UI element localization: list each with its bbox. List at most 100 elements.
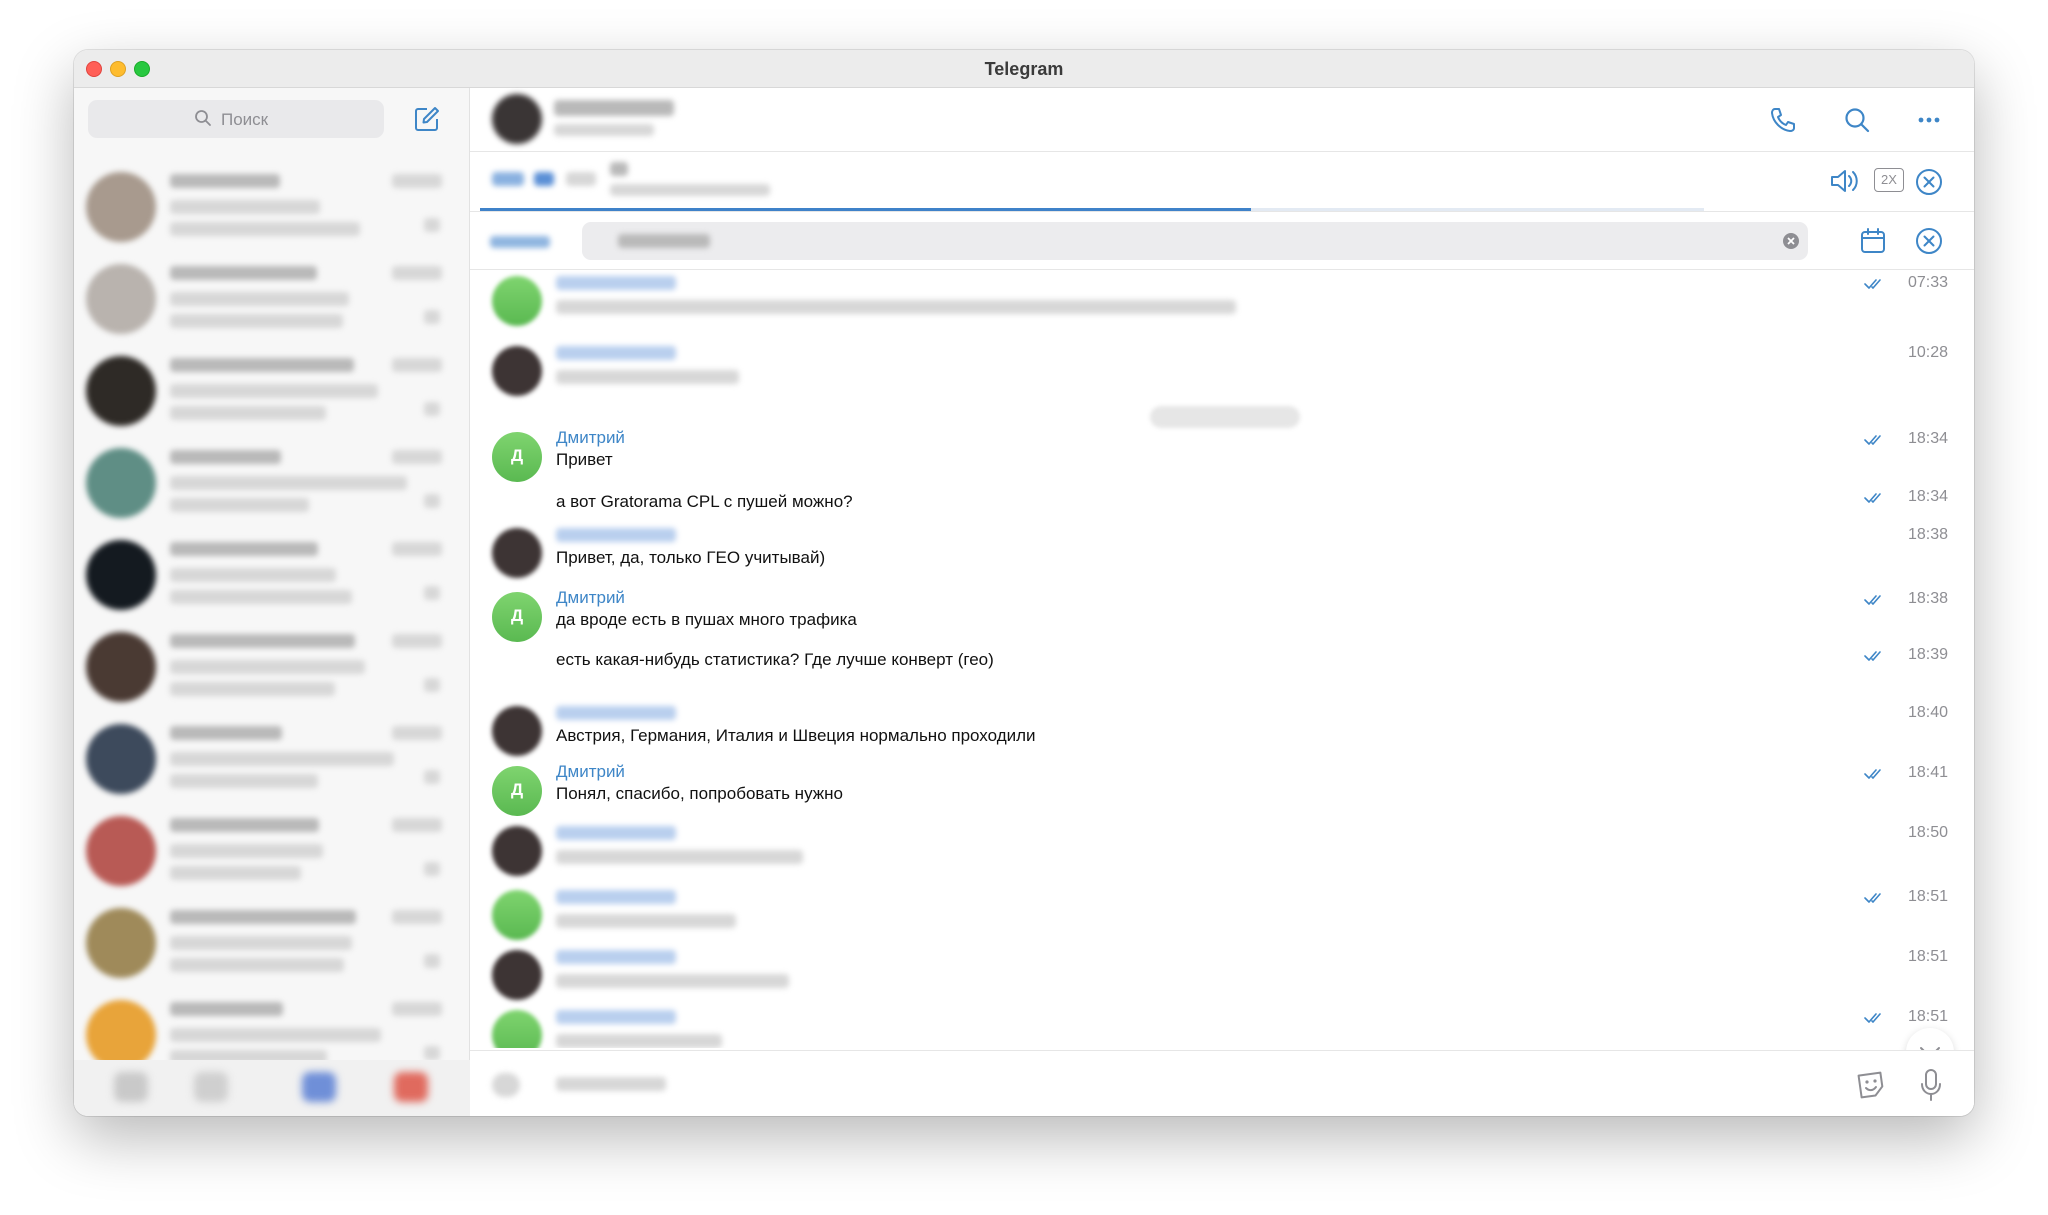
avatar-initial: Д <box>510 606 524 625</box>
message-time: 18:40 <box>1907 704 1948 721</box>
sender-name[interactable]: Дмитрий <box>556 762 625 782</box>
avatar[interactable] <box>492 1010 542 1048</box>
chat-list-item[interactable] <box>74 620 470 712</box>
read-check-icon <box>1864 891 1884 903</box>
avatar[interactable] <box>492 706 542 756</box>
chat-avatar[interactable] <box>492 94 542 144</box>
avatar[interactable] <box>492 890 542 940</box>
message-row[interactable]: Австрия, Германия, Италия и Швеция норма… <box>470 702 1974 762</box>
chat-preview-blurred <box>170 844 323 858</box>
chat-preview-blurred <box>170 774 318 788</box>
message-row[interactable]: Д Дмитрий Привет 18:34 <box>470 428 1974 488</box>
playback-speed-button[interactable]: 2X <box>1874 168 1904 192</box>
chat-header <box>470 88 1974 152</box>
message-time: 18:34 <box>1907 430 1948 447</box>
chat-list-item[interactable] <box>74 436 470 528</box>
message-row[interactable]: Д Дмитрий Понял, спасибо, попробовать нужн… <box>470 762 1974 822</box>
message-text: Привет <box>556 450 613 469</box>
tab-chats[interactable] <box>302 1072 336 1102</box>
avatar[interactable]: Д <box>492 592 542 642</box>
message-input[interactable] <box>556 1077 666 1091</box>
chat-preview-blurred <box>170 200 320 214</box>
tab-calls[interactable] <box>194 1072 228 1102</box>
chat-preview-blurred <box>170 568 336 582</box>
clear-search-icon[interactable] <box>1782 232 1800 250</box>
avatar[interactable] <box>492 826 542 876</box>
message-row[interactable]: 07:33 <box>470 272 1974 332</box>
chat-list-item[interactable] <box>74 160 470 252</box>
avatar[interactable] <box>492 346 542 396</box>
message-row[interactable]: Д Дмитрий да вроде есть в пушах много траф… <box>470 588 1974 648</box>
message-row[interactable]: 18:50 <box>470 822 1974 882</box>
read-check-icon <box>1864 433 1884 445</box>
search-icon[interactable] <box>1842 105 1872 135</box>
chat-list-item[interactable] <box>74 804 470 896</box>
chat-list-item[interactable] <box>74 896 470 988</box>
message-text-blurred <box>556 850 803 864</box>
avatar[interactable]: Д <box>492 432 542 482</box>
message-row[interactable]: Привет, да, только ГЕО учитывай) 18:38 <box>470 524 1974 584</box>
message-text-blurred <box>556 1034 722 1048</box>
close-icon[interactable] <box>1914 226 1944 256</box>
chat-time-blurred <box>392 1002 442 1016</box>
message-time: 07:33 <box>1907 274 1948 291</box>
message-row[interactable]: 18:51 <box>470 1006 1974 1048</box>
playback-progress-fill <box>480 208 1252 211</box>
message-text: Понял, спасибо, попробовать нужно <box>556 784 843 803</box>
avatar[interactable] <box>492 528 542 578</box>
playback-progress[interactable] <box>480 208 1704 211</box>
chat-list-item[interactable] <box>74 344 470 436</box>
message-search-input[interactable] <box>582 222 1808 260</box>
chat-search-input[interactable]: Поиск <box>88 100 384 138</box>
avatar <box>86 632 156 702</box>
message-time: 18:38 <box>1907 526 1948 543</box>
chat-list-item[interactable] <box>74 252 470 344</box>
chat-preview-blurred <box>170 384 378 398</box>
player-list-blurred[interactable] <box>566 172 596 186</box>
close-icon[interactable] <box>1914 167 1944 197</box>
avatar <box>86 356 156 426</box>
message-time: 18:51 <box>1907 948 1948 965</box>
message-row[interactable]: есть какая-нибудь статистика? Где лучше … <box>470 646 1974 706</box>
attach-icon[interactable] <box>492 1073 520 1097</box>
sticker-icon[interactable] <box>1854 1068 1888 1102</box>
chat-list-item[interactable] <box>74 528 470 620</box>
message-time: 18:51 <box>1907 888 1948 905</box>
message-list: 07:33 10:28 Д Дмитрий Привет 18:34 а вот Grato… <box>470 270 1974 1048</box>
message-row[interactable]: 18:51 <box>470 946 1974 1006</box>
chat-preview-blurred <box>424 678 440 692</box>
message-row[interactable]: 10:28 <box>470 342 1974 402</box>
chat-name-blurred <box>170 450 281 464</box>
more-icon[interactable] <box>1914 105 1944 135</box>
chat-list-item[interactable] <box>74 712 470 804</box>
compose-icon[interactable] <box>413 105 441 133</box>
tab-settings[interactable] <box>394 1072 428 1102</box>
player-next-blurred[interactable] <box>534 172 554 186</box>
player-play-blurred[interactable] <box>492 172 524 186</box>
chat-preview-blurred <box>170 498 309 512</box>
tab-contacts[interactable] <box>114 1072 148 1102</box>
sender-name[interactable]: Дмитрий <box>556 428 625 448</box>
avatar-initial: Д <box>510 446 524 465</box>
sender-name-blurred <box>556 276 676 290</box>
avatar[interactable] <box>492 950 542 1000</box>
calendar-icon[interactable] <box>1858 226 1888 256</box>
avatar[interactable]: Д <box>492 766 542 816</box>
read-check-icon <box>1864 491 1884 503</box>
chat-preview-blurred <box>424 310 440 324</box>
window-title: Telegram <box>984 59 1064 79</box>
date-separator-blurred <box>1150 406 1300 428</box>
sender-name-blurred <box>556 706 676 720</box>
microphone-icon[interactable] <box>1918 1067 1944 1103</box>
message-row[interactable]: 18:51 <box>470 886 1974 946</box>
message-text-blurred <box>556 974 789 988</box>
volume-icon[interactable] <box>1828 166 1862 196</box>
avatar <box>86 908 156 978</box>
chat-name-blurred <box>170 358 354 372</box>
sender-name[interactable]: Дмитрий <box>556 588 625 608</box>
chat-time-blurred <box>392 358 442 372</box>
phone-icon[interactable] <box>1768 105 1798 135</box>
chat-time-blurred <box>392 818 442 832</box>
avatar[interactable] <box>492 276 542 326</box>
search-filter-blurred[interactable] <box>490 236 550 248</box>
